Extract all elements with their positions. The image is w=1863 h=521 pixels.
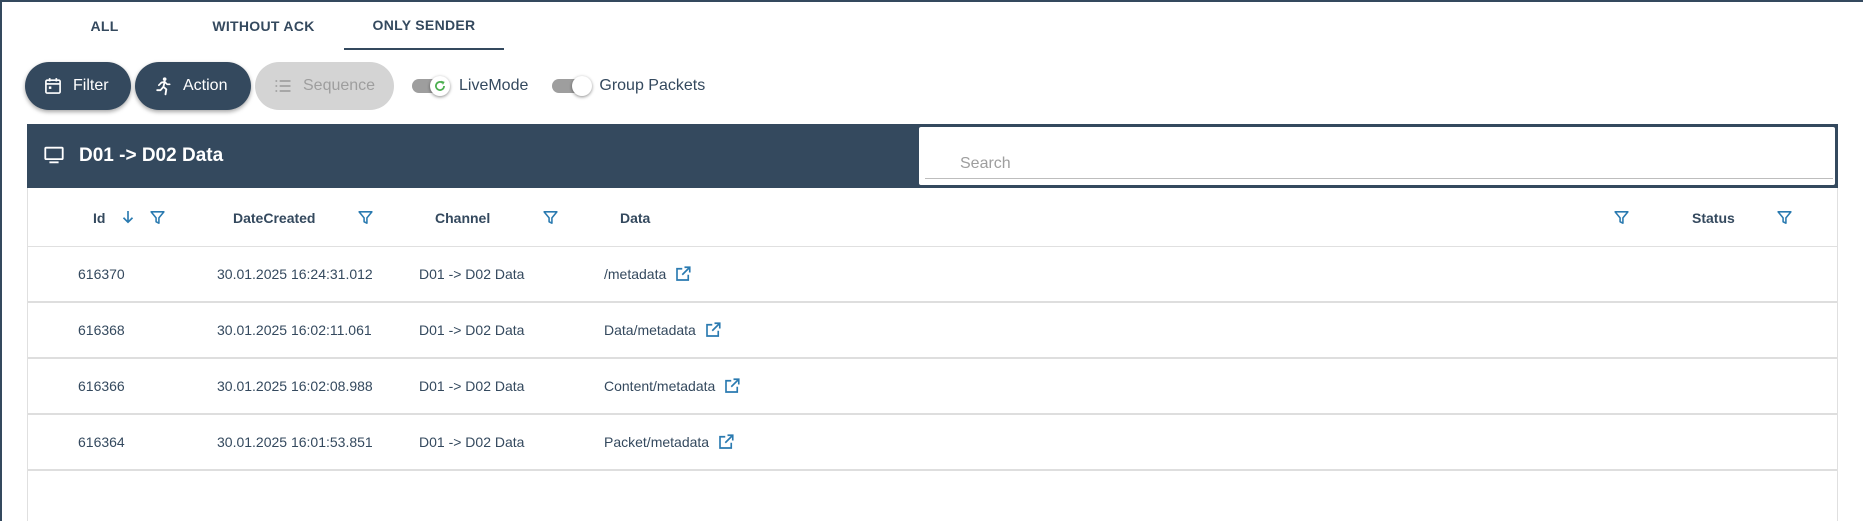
monitor-icon xyxy=(43,144,67,168)
table-row[interactable]: 616368 30.01.2025 16:02:11.061 D01 -> D0… xyxy=(28,303,1837,359)
panel-title: D01 -> D02 Data xyxy=(43,124,223,188)
open-external-icon[interactable] xyxy=(704,321,722,339)
panel-title-text: D01 -> D02 Data xyxy=(79,145,224,166)
filter-button-label: Filter xyxy=(73,77,109,94)
cell-date-created: 30.01.2025 16:02:08.988 xyxy=(217,378,373,394)
table-row[interactable]: 616370 30.01.2025 16:24:31.012 D01 -> D0… xyxy=(28,247,1837,303)
tab-only-sender[interactable]: ONLY SENDER xyxy=(344,2,504,50)
live-mode-toggle[interactable]: LiveMode xyxy=(412,76,529,96)
group-packets-label: Group Packets xyxy=(599,77,706,94)
search-input[interactable] xyxy=(925,149,1833,179)
cell-channel: D01 -> D02 Data xyxy=(419,378,525,394)
column-header-channel[interactable]: Channel xyxy=(435,188,490,247)
cell-data: /metadata xyxy=(604,247,692,301)
cell-data-text: /metadata xyxy=(604,266,667,282)
running-person-icon xyxy=(153,76,173,96)
refresh-icon xyxy=(430,76,450,96)
cell-channel: D01 -> D02 Data xyxy=(419,266,525,282)
funnel-icon[interactable] xyxy=(149,209,166,226)
search-container xyxy=(919,127,1835,185)
sequence-button-label: Sequence xyxy=(303,77,376,94)
cell-date-created: 30.01.2025 16:01:53.851 xyxy=(217,434,373,450)
cell-data-text: Data/metadata xyxy=(604,322,696,338)
funnel-icon[interactable] xyxy=(1613,209,1630,226)
list-icon xyxy=(273,76,293,96)
live-mode-switch[interactable] xyxy=(412,76,450,96)
column-header-status[interactable]: Status xyxy=(1692,188,1735,247)
tab-bar: ALL WITHOUT ACK ONLY SENDER xyxy=(26,2,504,50)
sequence-button[interactable]: Sequence xyxy=(255,62,394,110)
action-button[interactable]: Action xyxy=(135,62,251,110)
cell-id: 616370 xyxy=(78,266,125,282)
cell-id: 616368 xyxy=(78,322,125,338)
filter-button[interactable]: Filter xyxy=(25,62,131,110)
panel-header: D01 -> D02 Data xyxy=(27,124,1838,188)
open-external-icon[interactable] xyxy=(723,377,741,395)
data-table: Id DateCreated Channel Data Status 61637… xyxy=(27,188,1838,521)
cell-channel: D01 -> D02 Data xyxy=(419,434,525,450)
tab-without-ack[interactable]: WITHOUT ACK xyxy=(183,2,344,50)
table-row[interactable]: 616366 30.01.2025 16:02:08.988 D01 -> D0… xyxy=(28,359,1837,415)
action-button-label: Action xyxy=(183,77,228,94)
open-external-icon[interactable] xyxy=(674,265,692,283)
column-header-data[interactable]: Data xyxy=(620,188,650,247)
table-row[interactable]: 616364 30.01.2025 16:01:53.851 D01 -> D0… xyxy=(28,415,1837,471)
live-mode-label: LiveMode xyxy=(459,77,529,94)
cell-channel: D01 -> D02 Data xyxy=(419,322,525,338)
cell-date-created: 30.01.2025 16:02:11.061 xyxy=(217,322,372,338)
cell-data: Packet/metadata xyxy=(604,415,735,469)
cell-data: Content/metadata xyxy=(604,359,741,413)
funnel-icon[interactable] xyxy=(1776,209,1793,226)
window-frame-left xyxy=(0,0,2,521)
tab-all[interactable]: ALL xyxy=(26,2,183,50)
group-packets-toggle[interactable]: Group Packets xyxy=(552,76,706,96)
column-header-id[interactable]: Id xyxy=(93,188,105,247)
open-external-icon[interactable] xyxy=(717,433,735,451)
calendar-icon xyxy=(43,76,63,96)
arrow-down-icon[interactable] xyxy=(119,208,137,226)
funnel-icon[interactable] xyxy=(542,209,559,226)
cell-data: Data/metadata xyxy=(604,303,722,357)
cell-date-created: 30.01.2025 16:24:31.012 xyxy=(217,266,373,282)
cell-data-text: Packet/metadata xyxy=(604,434,710,450)
cell-data-text: Content/metadata xyxy=(604,378,716,394)
toolbar: Filter Action Sequence LiveMode Group Pa… xyxy=(25,62,705,110)
funnel-icon[interactable] xyxy=(357,209,374,226)
cell-id: 616364 xyxy=(78,434,125,450)
switch-knob xyxy=(572,76,593,96)
column-header-date-created[interactable]: DateCreated xyxy=(233,188,315,247)
group-packets-switch[interactable] xyxy=(552,76,593,96)
table-header: Id DateCreated Channel Data Status xyxy=(28,188,1837,247)
cell-id: 616366 xyxy=(78,378,125,394)
